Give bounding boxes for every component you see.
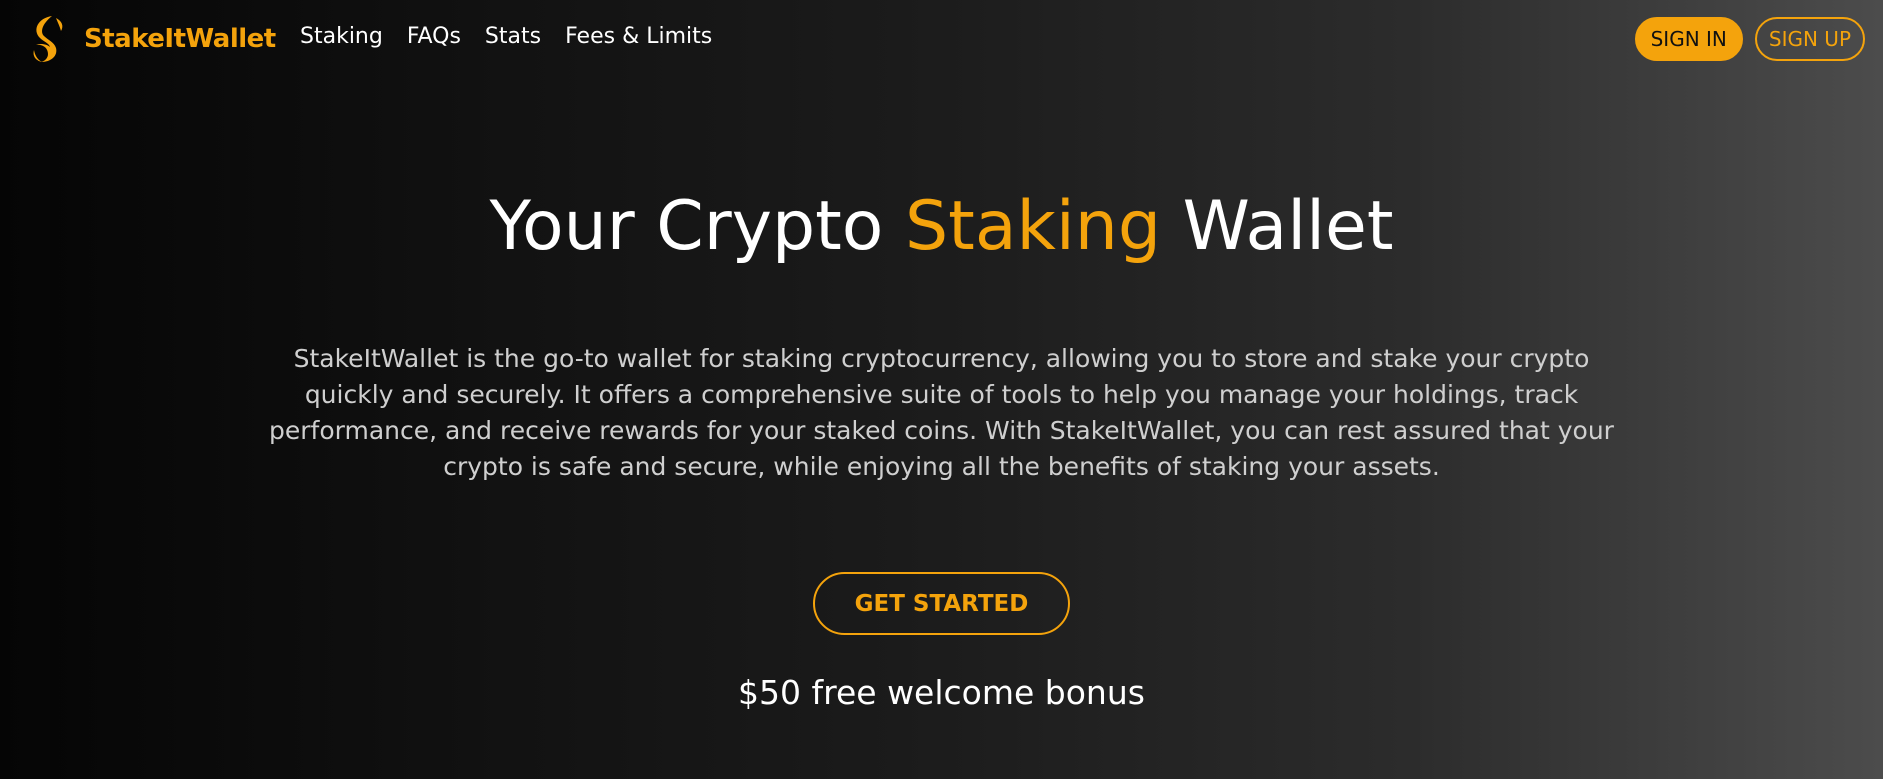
sign-up-button[interactable]: SIGN UP — [1754, 17, 1865, 61]
get-started-button[interactable]: GET STARTED — [813, 572, 1070, 635]
sign-in-button[interactable]: SIGN IN — [1634, 17, 1743, 61]
nav-item-faqs[interactable]: FAQs — [407, 24, 461, 49]
hero-description: StakeItWallet is the go-to wallet for st… — [269, 344, 1614, 481]
hero-title-suffix: Wallet — [1161, 187, 1394, 266]
nav-item-staking[interactable]: Staking — [300, 24, 383, 49]
main-nav: Staking FAQs Stats Fees & Limits — [300, 24, 712, 49]
site-header: StakeItWallet Staking FAQs Stats Fees & … — [0, 0, 1883, 80]
swirl-s-logo-icon — [33, 16, 63, 62]
hero-title-accent: Staking — [905, 187, 1162, 266]
brand-name: StakeItWallet — [84, 24, 276, 54]
nav-item-stats[interactable]: Stats — [485, 24, 541, 49]
welcome-bonus-text: $50 free welcome bonus — [738, 673, 1145, 712]
auth-buttons: SIGN IN SIGN UP — [1634, 17, 1865, 61]
brand-logo[interactable]: StakeItWallet — [26, 14, 276, 64]
hero-title: Your Crypto Staking Wallet — [0, 184, 1883, 270]
hero-title-prefix: Your Crypto — [489, 187, 905, 266]
nav-item-fees-limits[interactable]: Fees & Limits — [565, 24, 712, 49]
